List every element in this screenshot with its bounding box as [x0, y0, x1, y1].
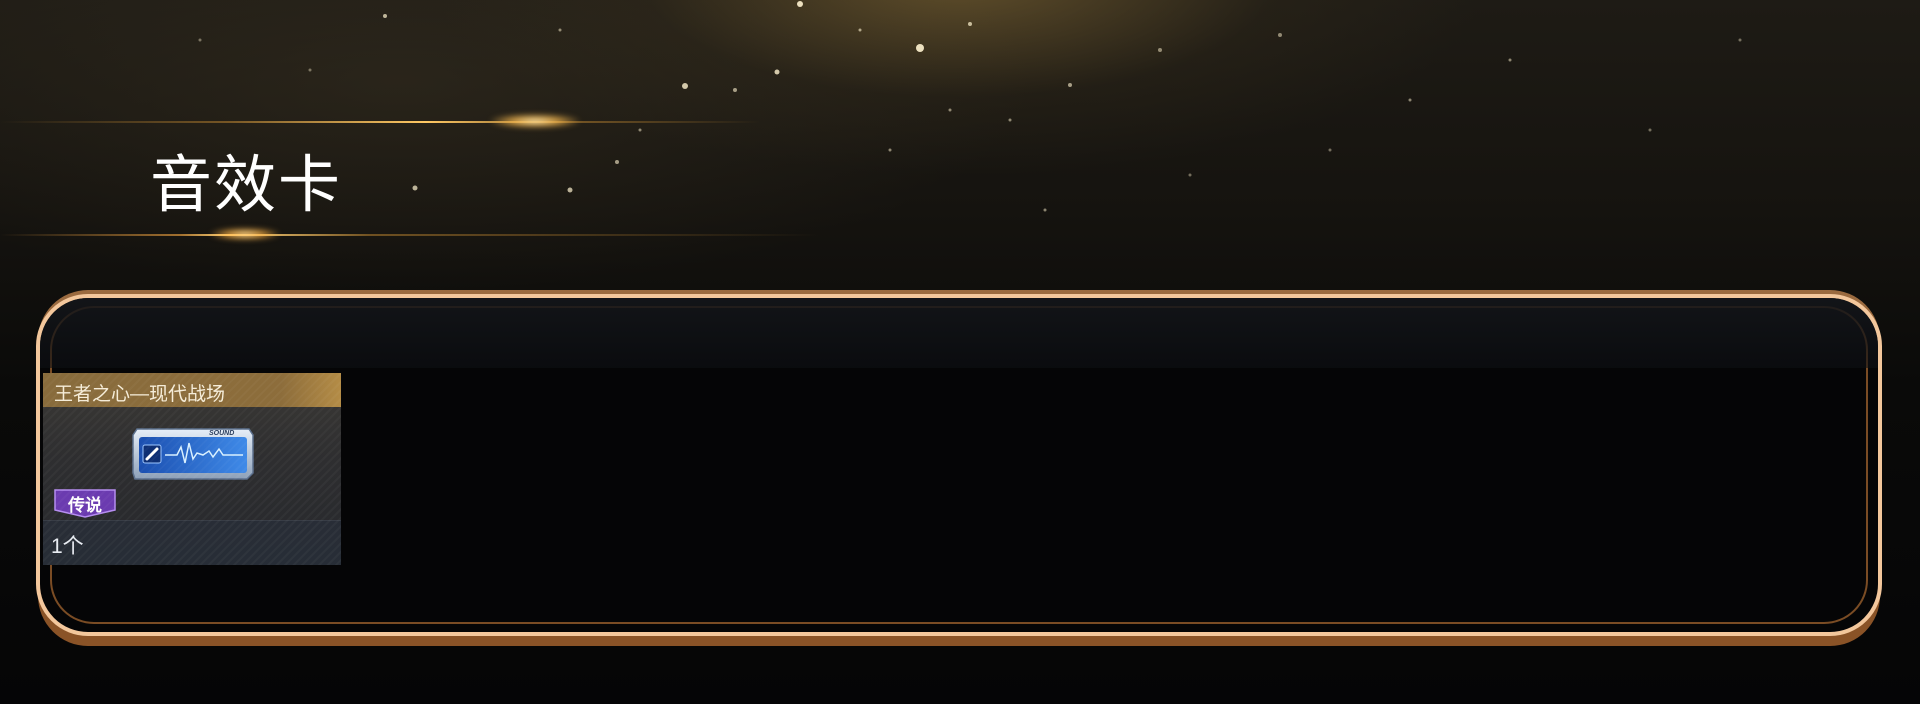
rarity-label: 传说 [68, 496, 102, 515]
item-name: 王者之心—现代战场 [54, 384, 226, 405]
sound-card-icon: SOUND [132, 428, 254, 480]
title-top-glow-line [0, 121, 760, 123]
sound-card-icon-label: SOUND [209, 430, 234, 437]
rarity-badge: 传说 [53, 488, 117, 518]
title-top-flare [490, 114, 580, 128]
item-count-bar: 1个 [43, 520, 341, 565]
section-title: 音效卡 [150, 151, 343, 220]
title-bottom-flare [210, 228, 280, 240]
item-name-bar: 王者之心—现代战场 [43, 373, 341, 407]
item-card[interactable]: 王者之心—现代战场 SOUND 传说 1个 [43, 373, 341, 565]
item-count: 1个 [51, 535, 84, 558]
panel-header-shade [40, 298, 1878, 368]
title-bottom-glow-line [0, 234, 820, 236]
